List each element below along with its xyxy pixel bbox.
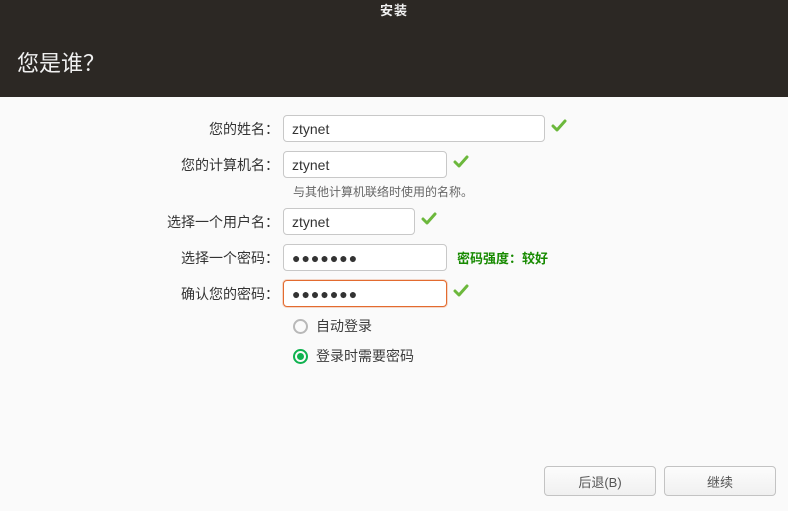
radio-label: 自动登录 <box>316 316 372 336</box>
app-title: 安装 <box>380 0 408 19</box>
radio-icon <box>293 319 308 334</box>
form-body: 您的姓名： 您的计算机名： 与其他计算机联络时使用的名称。 选择一个用户名： <box>0 97 788 511</box>
check-icon <box>551 118 567 139</box>
row-confirm: 确认您的密码： <box>0 280 788 307</box>
label-pass: 选择一个密码： <box>0 248 283 268</box>
back-button[interactable]: 后退(B) <box>544 466 656 496</box>
row-host: 您的计算机名： <box>0 151 788 178</box>
label-host: 您的计算机名： <box>0 155 283 175</box>
radio-require-password[interactable]: 登录时需要密码 <box>293 346 788 366</box>
confirm-password-input[interactable] <box>283 280 447 307</box>
label-confirm: 确认您的密码： <box>0 284 283 304</box>
continue-button[interactable]: 继续 <box>664 466 776 496</box>
radio-auto-login[interactable]: 自动登录 <box>293 316 788 336</box>
name-input[interactable] <box>283 115 545 142</box>
footer: 后退(B) 继续 <box>544 466 776 496</box>
check-icon <box>421 211 437 232</box>
header: 安装 您是谁？ <box>0 0 788 97</box>
label-name: 您的姓名： <box>0 119 283 139</box>
page-title: 您是谁？ <box>17 46 105 78</box>
host-input[interactable] <box>283 151 447 178</box>
radio-label: 登录时需要密码 <box>316 346 414 366</box>
check-icon <box>453 283 469 304</box>
label-user: 选择一个用户名： <box>0 212 283 232</box>
row-name: 您的姓名： <box>0 115 788 142</box>
password-strength: 密码强度：较好 <box>457 248 548 267</box>
host-hint: 与其他计算机联络时使用的名称。 <box>293 183 788 200</box>
row-pass: 选择一个密码： 密码强度：较好 <box>0 244 788 271</box>
user-input[interactable] <box>283 208 415 235</box>
password-input[interactable] <box>283 244 447 271</box>
login-radio-group: 自动登录 登录时需要密码 <box>293 316 788 366</box>
check-icon <box>453 154 469 175</box>
row-user: 选择一个用户名： <box>0 208 788 235</box>
radio-icon <box>293 349 308 364</box>
